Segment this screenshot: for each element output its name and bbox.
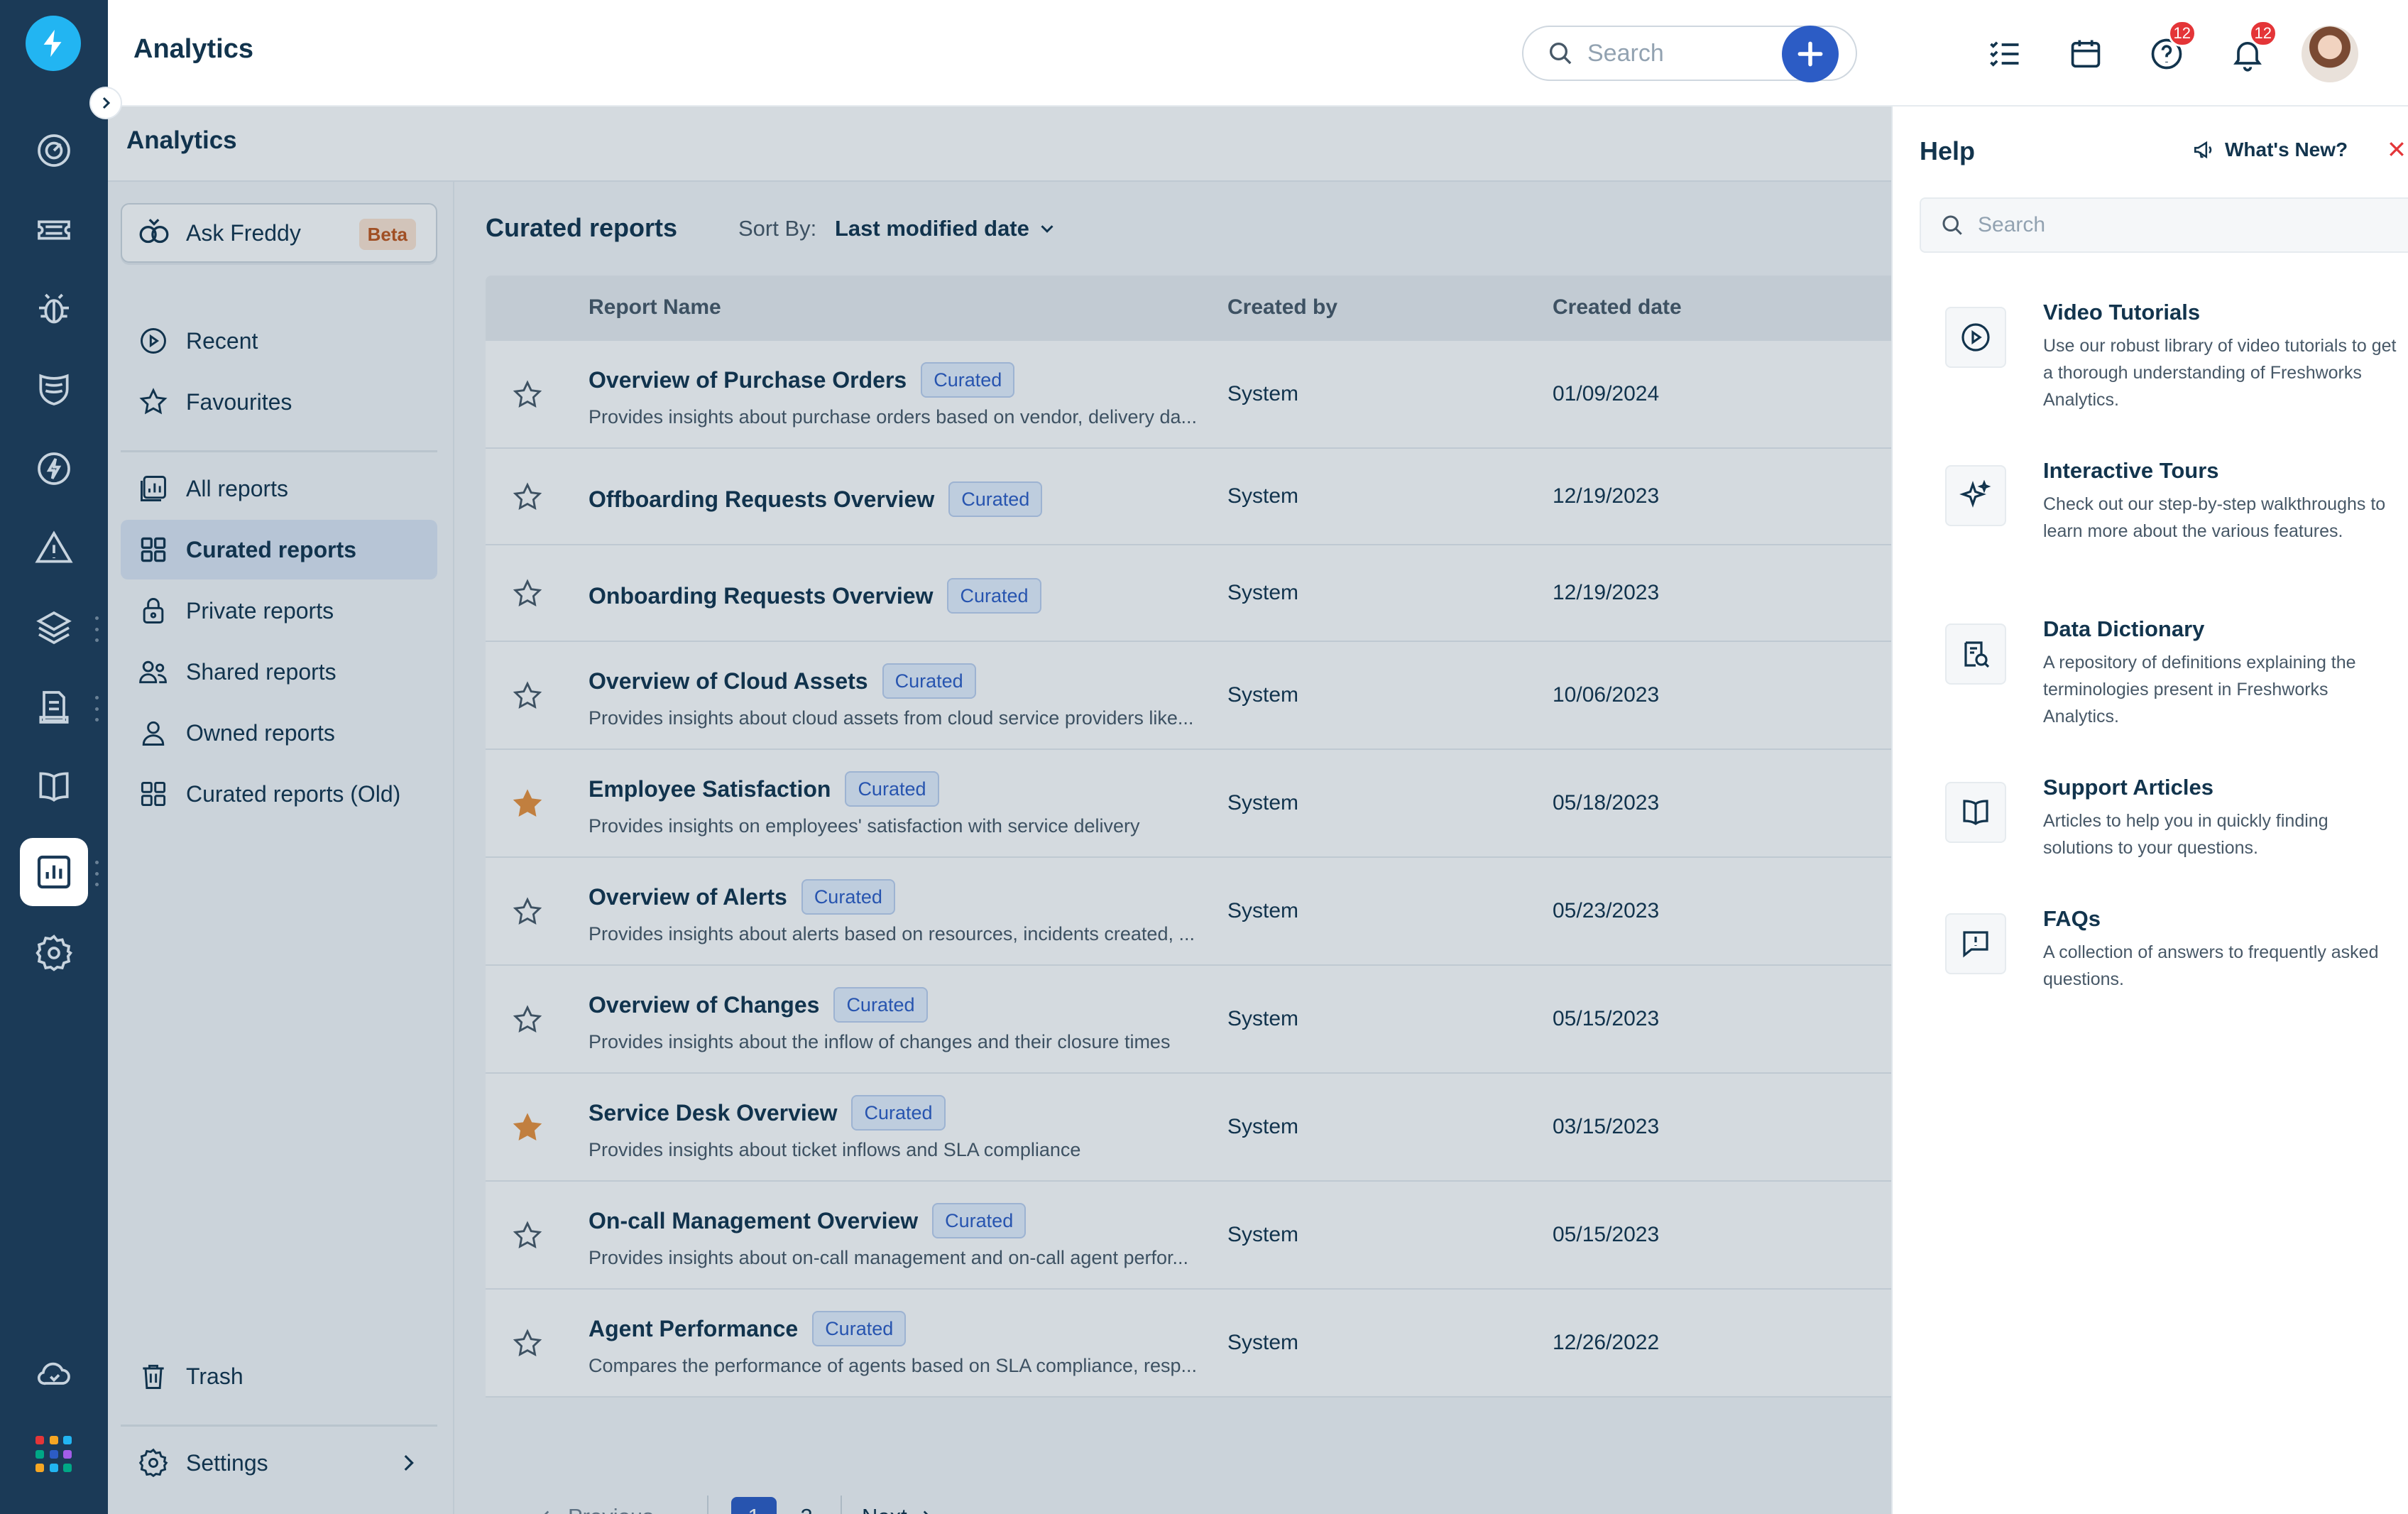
help-icon[interactable]: 12	[2140, 20, 2196, 81]
add-new-button[interactable]	[1782, 26, 1839, 82]
help-item-title: Interactive Tours	[2043, 458, 2219, 483]
close-icon	[2390, 142, 2404, 156]
faq-icon	[1945, 913, 2006, 974]
todo-list-icon[interactable]	[1978, 27, 2032, 81]
app-title: Analytics	[133, 34, 253, 64]
help-item-data-dictionary[interactable]: Data Dictionary A repository of definiti…	[1945, 616, 2399, 737]
modal-backdrop[interactable]	[108, 107, 1891, 1514]
user-avatar[interactable]	[2302, 26, 2358, 82]
search-icon	[1550, 43, 1572, 65]
close-help-button[interactable]	[2382, 135, 2408, 163]
releases-icon[interactable]	[20, 435, 88, 503]
alerts-icon[interactable]	[20, 514, 88, 582]
whats-new-label: What's New?	[2225, 138, 2348, 160]
megaphone-icon	[2194, 141, 2212, 159]
sparkle-icon	[1945, 465, 2006, 526]
tickets-icon[interactable]	[20, 196, 88, 264]
rail-drag-handle	[95, 861, 99, 886]
help-item-interactive-tours[interactable]: Interactive Tours Check out our step-by-…	[1945, 458, 2399, 579]
help-item-desc: Check out our step-by-step walkthroughs …	[2043, 494, 2386, 541]
left-rail	[0, 0, 108, 1514]
book-icon	[1945, 782, 2006, 843]
rail-drag-handle	[95, 696, 99, 721]
help-item-video-tutorials[interactable]: Video Tutorials Use our robust library o…	[1945, 300, 2399, 420]
help-search[interactable]	[1920, 197, 2408, 253]
calendar-icon[interactable]	[2059, 27, 2113, 81]
analytics-icon[interactable]	[20, 838, 88, 906]
help-item-title: FAQs	[2043, 906, 2101, 931]
solutions-icon[interactable]	[20, 753, 88, 821]
dashboard-icon[interactable]	[20, 116, 88, 185]
help-item-desc: A collection of answers to frequently as…	[2043, 942, 2379, 989]
whats-new-link[interactable]: What's New?	[2192, 138, 2348, 162]
notifications-bell-icon[interactable]: 12	[2221, 20, 2277, 81]
service-catalog-icon[interactable]	[20, 673, 88, 741]
help-item-desc: Articles to help you in quickly finding …	[2043, 811, 2328, 858]
help-item-title: Video Tutorials	[2043, 300, 2201, 325]
dictionary-icon	[1945, 623, 2006, 685]
search-icon	[1942, 215, 1962, 235]
rail-drag-handle	[95, 616, 99, 642]
assets-icon[interactable]	[20, 594, 88, 662]
expand-sidebar-button[interactable]	[89, 87, 122, 119]
freshservice-logo[interactable]	[26, 16, 81, 71]
help-item-title: Data Dictionary	[2043, 616, 2205, 641]
problems-icon[interactable]	[20, 276, 88, 344]
apps-grid-icon[interactable]	[35, 1436, 72, 1473]
help-search-input[interactable]	[1978, 213, 2375, 237]
help-title: Help	[1920, 136, 1976, 165]
bolt-icon	[43, 29, 62, 58]
help-item-title: Support Articles	[2043, 775, 2213, 800]
help-panel: Help What's New? Video Tutorials Use our…	[1891, 107, 2408, 1514]
help-badge: 12	[2167, 20, 2196, 47]
play-circle-icon	[1945, 307, 2006, 368]
help-item-desc: A repository of definitions explaining t…	[2043, 653, 2356, 726]
changes-icon[interactable]	[20, 355, 88, 423]
cloud-icon[interactable]	[20, 1339, 88, 1407]
help-item-faqs[interactable]: FAQs A collection of answers to frequent…	[1945, 906, 2399, 1006]
admin-gear-icon[interactable]	[20, 919, 88, 987]
plus-icon	[1797, 41, 1823, 67]
help-item-desc: Use our robust library of video tutorial…	[2043, 336, 2397, 410]
notifications-badge: 12	[2248, 20, 2277, 47]
help-item-support-articles[interactable]: Support Articles Articles to help you in…	[1945, 775, 2399, 874]
chevron-right-icon	[102, 97, 111, 109]
